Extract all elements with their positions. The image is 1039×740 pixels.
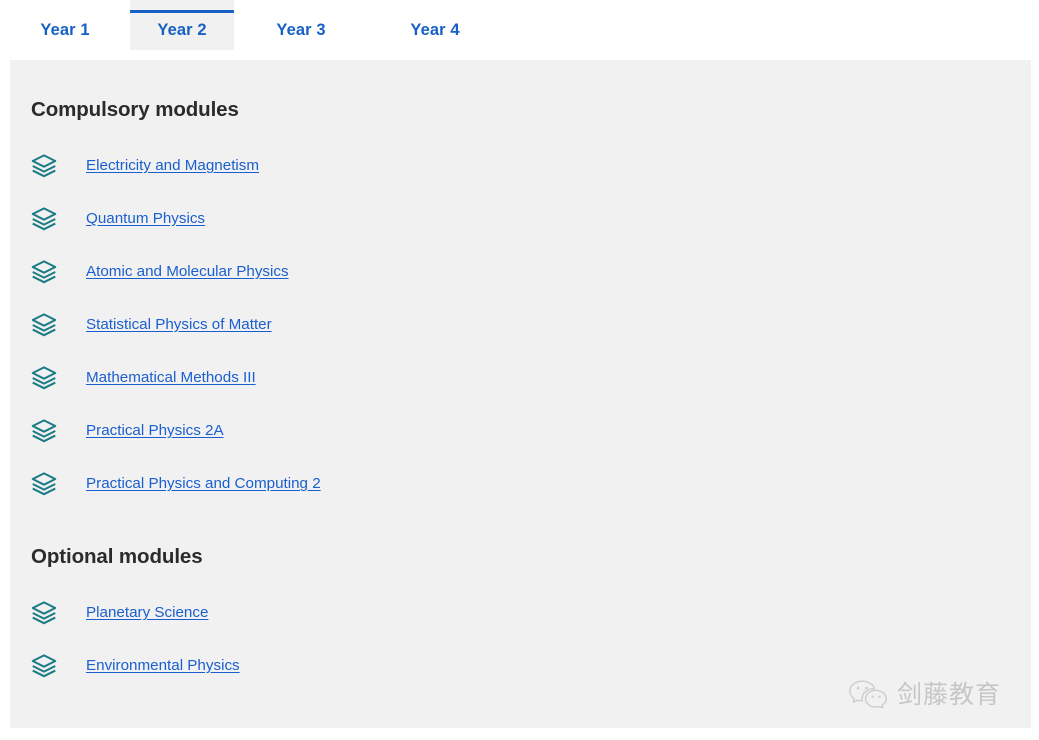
tab-year-4[interactable]: Year 4 — [368, 0, 502, 60]
module-link[interactable]: Mathematical Methods III — [86, 369, 256, 386]
list-item[interactable]: Mathematical Methods III — [10, 351, 1031, 404]
module-link[interactable]: Practical Physics 2A — [86, 422, 224, 439]
module-link[interactable]: Environmental Physics — [86, 657, 240, 674]
module-link[interactable]: Atomic and Molecular Physics — [86, 263, 289, 280]
tab-year-1[interactable]: Year 1 — [0, 0, 130, 60]
tab-year-2-label: Year 2 — [157, 21, 206, 40]
module-link[interactable]: Practical Physics and Computing 2 — [86, 475, 321, 492]
list-item[interactable]: Statistical Physics of Matter — [10, 298, 1031, 351]
layers-icon — [31, 312, 57, 338]
layers-icon — [31, 471, 57, 497]
tab-year-3[interactable]: Year 3 — [234, 0, 368, 60]
tab-year-1-label: Year 1 — [40, 21, 89, 40]
compulsory-modules-heading: Compulsory modules — [10, 60, 1031, 122]
year-2-modules-panel: Compulsory modules Electricity and Magne… — [10, 60, 1031, 728]
tab-year-2[interactable]: Year 2 — [130, 0, 234, 50]
module-link[interactable]: Quantum Physics — [86, 210, 205, 227]
list-item[interactable]: Quantum Physics — [10, 192, 1031, 245]
module-link[interactable]: Electricity and Magnetism — [86, 157, 259, 174]
list-item[interactable]: Electricity and Magnetism — [10, 139, 1031, 192]
module-link[interactable]: Planetary Science — [86, 604, 208, 621]
layers-icon — [31, 153, 57, 179]
layers-icon — [31, 653, 57, 679]
layers-icon — [31, 206, 57, 232]
module-link[interactable]: Statistical Physics of Matter — [86, 316, 272, 333]
layers-icon — [31, 418, 57, 444]
optional-modules-list: Planetary Science Environmental Physics — [10, 586, 1031, 692]
list-item[interactable]: Environmental Physics — [10, 639, 1031, 692]
year-tab-bar: Year 1 Year 2 Year 3 Year 4 — [0, 0, 1039, 60]
list-item[interactable]: Practical Physics and Computing 2 — [10, 457, 1031, 510]
layers-icon — [31, 259, 57, 285]
tab-year-3-label: Year 3 — [276, 21, 325, 40]
list-item[interactable]: Atomic and Molecular Physics — [10, 245, 1031, 298]
compulsory-modules-list: Electricity and Magnetism Quantum Physic… — [10, 139, 1031, 510]
optional-modules-heading: Optional modules — [10, 510, 1031, 569]
layers-icon — [31, 600, 57, 626]
layers-icon — [31, 365, 57, 391]
list-item[interactable]: Practical Physics 2A — [10, 404, 1031, 457]
tab-year-4-label: Year 4 — [410, 21, 459, 40]
list-item[interactable]: Planetary Science — [10, 586, 1031, 639]
